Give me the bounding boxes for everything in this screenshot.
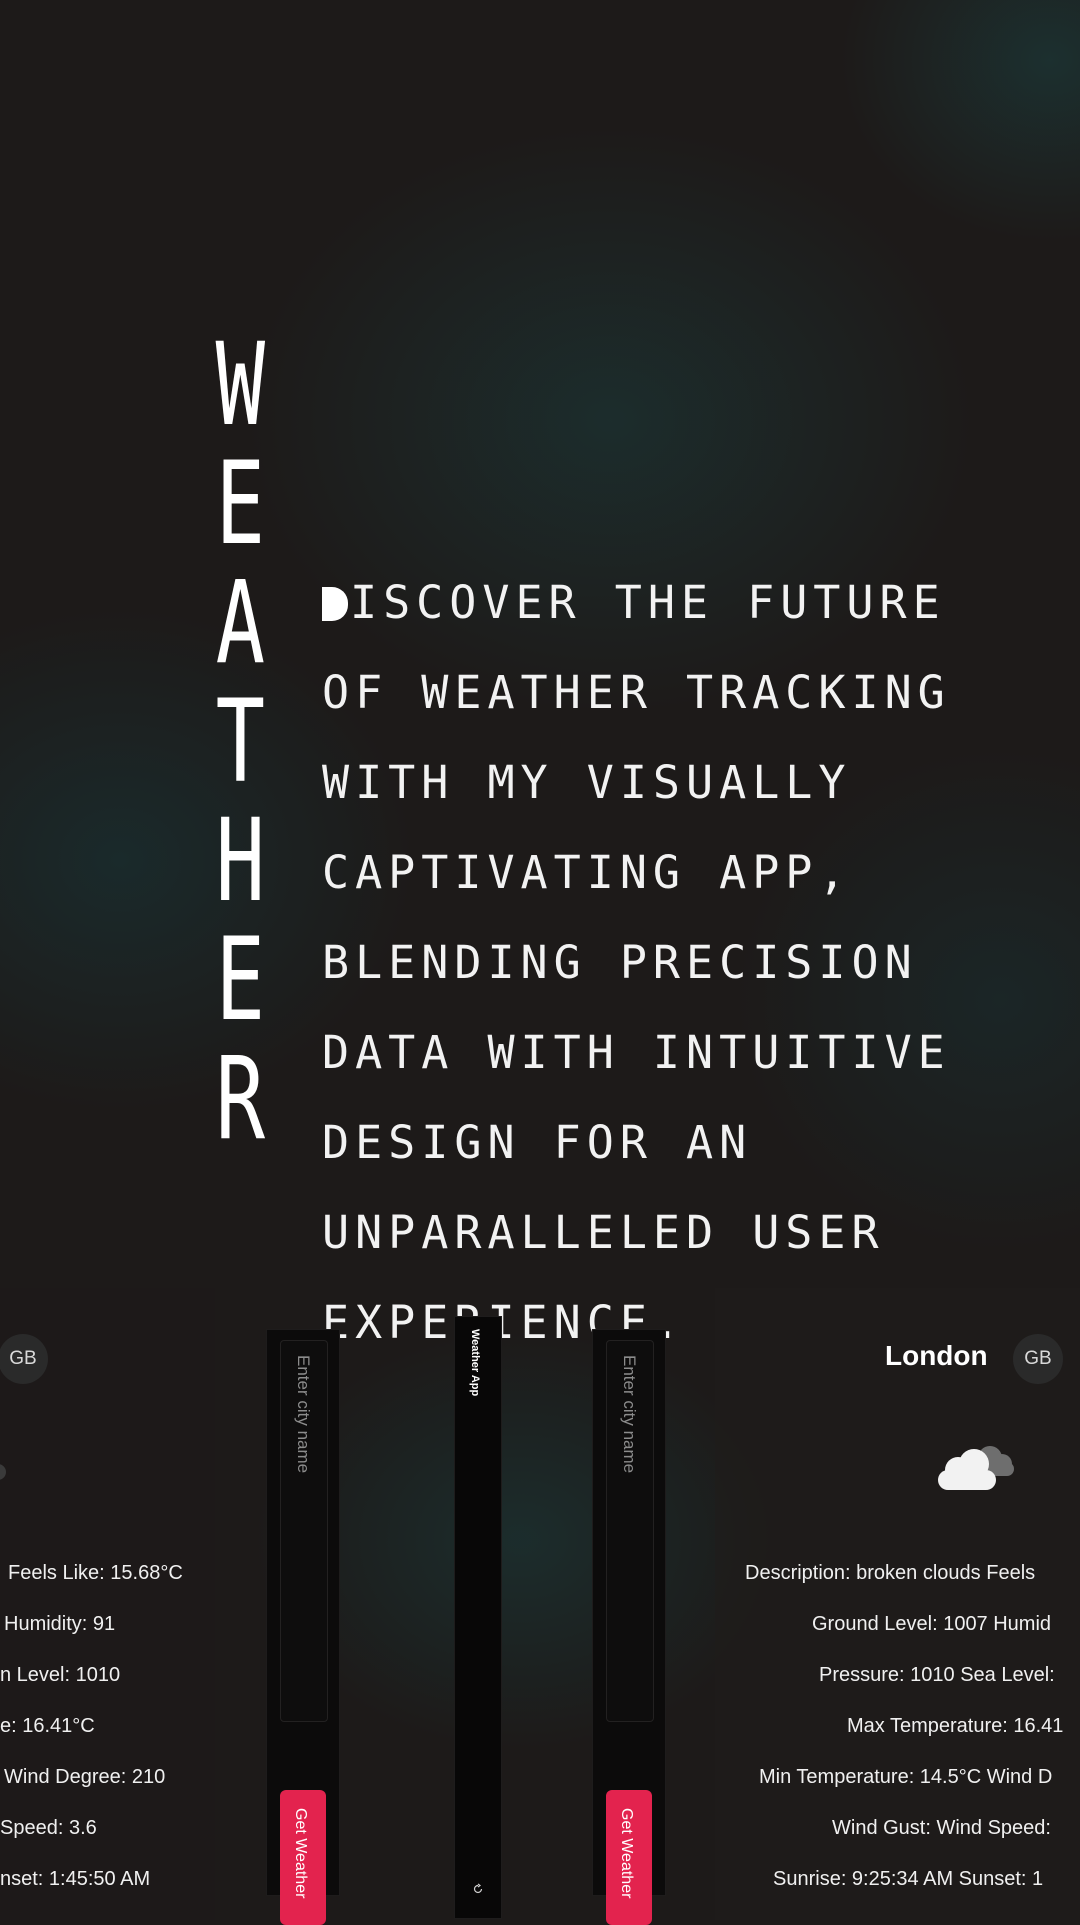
weather-card-left: GB Feels Like: 15.68°C Humidity: 91 n Le… <box>0 1288 215 1920</box>
search-panel: Enter city name Get Weather <box>592 1329 666 1925</box>
max-temp-text: Max Temperature: 16.41 <box>847 1715 1064 1737</box>
broken-clouds-icon <box>938 1446 1014 1490</box>
sea-level-text: n Level: 1010 <box>0 1664 121 1686</box>
weather-carousel: GB Feels Like: 15.68°C Humidity: 91 n Le… <box>0 1288 1080 1925</box>
city-input-placeholder: Enter city name <box>294 1355 313 1474</box>
tagline-line: DESIGN FOR AN <box>322 1116 753 1169</box>
city-input[interactable]: Enter city name <box>606 1340 654 1722</box>
get-weather-label: Get Weather <box>618 1808 635 1899</box>
tagline-line-text: ISCOVER THE FUTURE <box>350 576 946 629</box>
weather-card-right: London GB Description: broken clouds Fee… <box>715 1288 1080 1920</box>
tagline-line: CAPTIVATING APP, <box>322 846 852 899</box>
title-letter: T <box>215 675 265 808</box>
min-temp-text: Min Temperature: 14.5°C Wind D <box>759 1766 1053 1788</box>
hero-tagline: ISCOVER THE FUTURE OF WEATHER TRACKING W… <box>322 535 1022 1390</box>
country-badge: GB <box>0 1334 48 1384</box>
get-weather-button[interactable]: Get Weather <box>280 1790 326 1925</box>
title-letter: R <box>215 1032 265 1165</box>
title-letter: H <box>215 794 265 927</box>
pressure-text: Pressure: 1010 Sea Level: <box>819 1664 1055 1686</box>
get-weather-label: Get Weather <box>292 1808 309 1899</box>
feels-like-text: Feels Like: 15.68°C <box>8 1562 183 1584</box>
tagline-line: UNPARALLELED USER <box>322 1206 885 1259</box>
title-letter: W <box>215 318 265 451</box>
country-badge: GB <box>1013 1334 1063 1384</box>
ground-level-text: Ground Level: 1007 Humid <box>812 1613 1052 1635</box>
city-name: London <box>885 1340 988 1371</box>
title-letter: E <box>215 437 265 570</box>
city-input-placeholder: Enter city name <box>620 1355 639 1474</box>
drop-cap-d-shape <box>322 587 348 621</box>
get-weather-button[interactable]: Get Weather <box>606 1790 652 1925</box>
wind-speed-text: Speed: 3.6 <box>0 1817 97 1839</box>
refresh-icon[interactable] <box>472 1883 484 1895</box>
wind-degree-text: Wind Degree: 210 <box>4 1766 166 1788</box>
app-title: Weather App <box>469 1329 481 1397</box>
title-letter: E <box>215 913 265 1046</box>
city-input[interactable]: Enter city name <box>280 1340 328 1722</box>
title-letter: A <box>215 556 265 689</box>
humidity-text: Humidity: 91 <box>4 1613 116 1635</box>
vertical-title: W E A T H E R <box>195 325 285 1158</box>
wind-gust-text: Wind Gust: Wind Speed: <box>832 1817 1051 1839</box>
tagline-line: BLENDING PRECISION <box>322 936 918 989</box>
search-panel: Enter city name Get Weather <box>266 1329 340 1925</box>
description-text: Description: broken clouds Feels <box>745 1562 1036 1584</box>
tagline-line: ISCOVER THE FUTURE <box>322 580 1022 625</box>
sunrise-text: Sunrise: 9:25:34 AM Sunset: 1 <box>773 1868 1044 1890</box>
tagline-line: WITH MY VISUALLY <box>322 756 852 809</box>
tagline-line: OF WEATHER TRACKING <box>322 666 951 719</box>
weather-app-sidebar: Weather App <box>454 1316 502 1919</box>
cloud-icon <box>0 1464 6 1480</box>
sunset-text: nset: 1:45:50 AM <box>0 1868 151 1890</box>
tagline-line: DATA WITH INTUITIVE <box>322 1026 951 1079</box>
max-temp-text: e: 16.41°C <box>0 1715 95 1737</box>
